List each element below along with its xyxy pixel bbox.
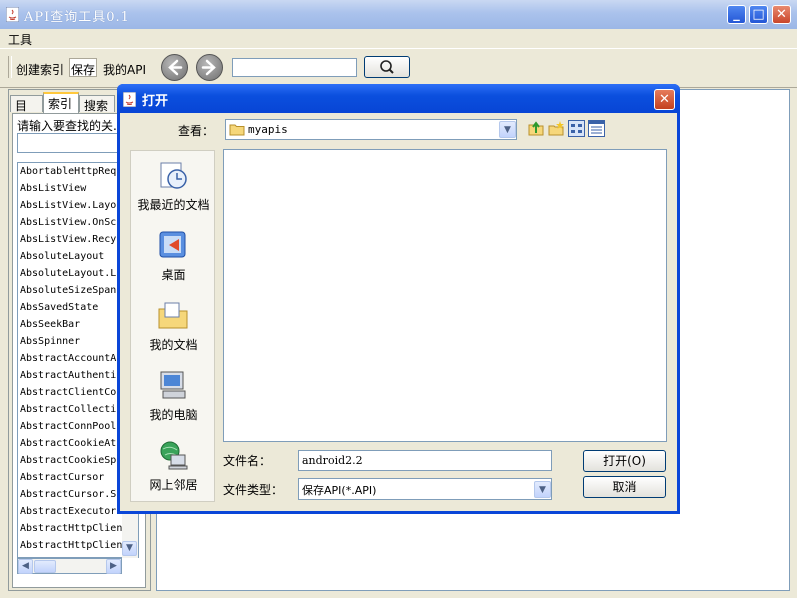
list-item[interactable]: AbstractAccountA <box>20 353 116 365</box>
tab-contents[interactable]: 目录 <box>10 95 43 130</box>
main-title-bar[interactable]: API查询工具0.1 _ □ ✕ <box>0 0 797 30</box>
search-icon <box>380 60 394 74</box>
list-item[interactable]: AbsoluteLayout <box>20 251 104 263</box>
scroll-left-button[interactable]: ◀ <box>18 559 33 574</box>
file-type-dropdown-arrow[interactable]: ▼ <box>534 481 551 498</box>
file-type-label: 文件类型： <box>223 483 284 497</box>
list-item[interactable]: AbsoluteSizeSpan <box>20 285 116 297</box>
places-bar: 我最近的文档 桌面 我的文档 我的电脑 网上邻居 <box>130 150 215 502</box>
look-in-dropdown-arrow[interactable]: ▼ <box>499 121 516 138</box>
list-item[interactable]: AbstractCollecti <box>20 404 116 416</box>
list-item[interactable]: AbstractCookieSp <box>20 455 116 467</box>
toolbar-grip[interactable] <box>8 56 12 78</box>
list-item[interactable]: AbstractHttpClien <box>20 523 122 535</box>
search-button[interactable] <box>364 56 410 78</box>
folder-icon <box>229 124 245 136</box>
list-item[interactable]: AbstractClientCo <box>20 387 116 399</box>
list-item[interactable]: AbstractExecutor <box>20 506 116 518</box>
list-item[interactable]: AbsoluteLayout.L <box>20 268 116 280</box>
list-item[interactable]: AbstractConnPool <box>20 421 116 433</box>
list-item[interactable]: AbsListView.Layo <box>20 200 116 212</box>
list-item[interactable]: AbstractCookieAt <box>20 438 116 450</box>
tab-index[interactable]: 索引 <box>43 92 79 113</box>
look-in-value: myapis <box>248 123 288 136</box>
list-item[interactable]: AbsSeekBar <box>20 319 80 331</box>
list-item[interactable]: AbstractAuthenti <box>20 370 116 382</box>
arrow-left-icon <box>168 59 183 76</box>
list-item[interactable]: AbstractHttpClien <box>20 540 122 552</box>
save-button[interactable]: 保存 <box>71 61 95 78</box>
my-api-button[interactable]: 我的API <box>103 61 146 78</box>
list-item[interactable]: AbortableHttpReq <box>20 166 116 178</box>
list-horizontal-scrollbar[interactable]: ◀ ▶ <box>17 558 122 574</box>
list-item[interactable]: AbsSpinner <box>20 336 80 348</box>
new-folder-icon[interactable] <box>548 120 565 137</box>
cancel-button[interactable]: 取消 <box>583 476 666 498</box>
forward-button[interactable] <box>196 54 223 81</box>
scroll-right-button[interactable]: ▶ <box>106 559 121 574</box>
maximize-button[interactable]: □ <box>749 5 768 24</box>
tab-search[interactable]: 搜索 <box>79 95 115 113</box>
create-index-button[interactable]: 创建索引 <box>16 61 64 78</box>
menu-bar: 工具 <box>0 29 797 48</box>
up-folder-icon[interactable] <box>528 120 545 137</box>
dialog-title: 打开 <box>142 94 169 109</box>
list-item[interactable]: AbsListView.OnSc <box>20 217 116 229</box>
list-item[interactable]: AbsListView <box>20 183 86 195</box>
list-view-icon[interactable] <box>568 120 585 137</box>
menu-tools[interactable]: 工具 <box>8 31 32 48</box>
list-item[interactable]: AbsListView.Recy <box>20 234 116 246</box>
list-item[interactable]: AbstractCursor.S <box>20 489 116 501</box>
details-view-icon[interactable] <box>588 120 605 137</box>
look-in-label: 查看： <box>178 124 215 138</box>
minimize-button[interactable]: _ <box>727 5 746 24</box>
file-type-value: 保存API(*.API) <box>302 484 377 497</box>
open-button[interactable]: 打开(O) <box>583 450 666 472</box>
dialog-title-bar[interactable]: 打开 <box>117 84 680 113</box>
scroll-down-button[interactable]: ▼ <box>122 541 137 556</box>
file-list[interactable] <box>223 149 667 442</box>
network-icon <box>160 441 188 470</box>
java-dialog-icon <box>123 92 136 107</box>
close-button[interactable]: ✕ <box>772 5 791 24</box>
scroll-thumb[interactable] <box>34 560 56 573</box>
file-type-combo[interactable]: 保存API(*.API) ▼ <box>298 478 552 500</box>
my-computer-icon <box>160 371 186 399</box>
list-item[interactable]: AbstractCursor <box>20 472 104 484</box>
desktop-icon <box>159 231 186 258</box>
list-item[interactable]: AbsSavedState <box>20 302 98 314</box>
arrow-right-icon <box>201 59 216 76</box>
my-documents-icon <box>158 302 188 329</box>
look-in-combo[interactable]: myapis ▼ <box>225 119 517 140</box>
dialog-close-button[interactable]: ✕ <box>654 89 675 110</box>
search-input[interactable] <box>232 58 357 77</box>
file-name-input[interactable] <box>298 450 552 471</box>
window-title: API查询工具0.1 <box>24 10 130 25</box>
java-app-icon <box>6 7 19 22</box>
recent-documents-icon <box>160 162 187 189</box>
back-button[interactable] <box>161 54 188 81</box>
file-name-label: 文件名： <box>223 454 272 468</box>
